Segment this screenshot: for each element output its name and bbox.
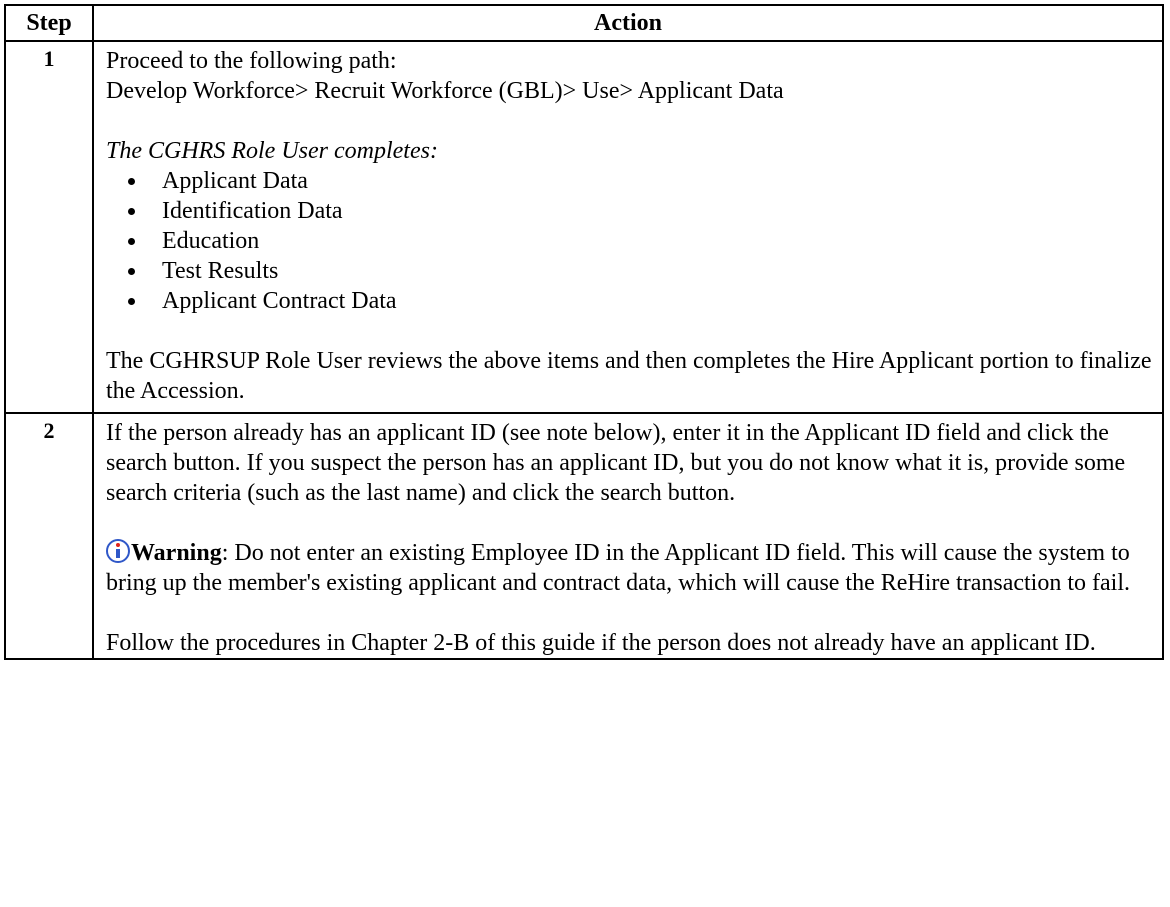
step-number: 1 [4, 40, 94, 414]
table-row: 2 If the person already has an applicant… [4, 412, 1164, 660]
bullet-icon [128, 238, 135, 245]
list-item: Applicant Contract Data [106, 286, 1152, 316]
warning-label: Warning [131, 540, 222, 566]
info-warning-icon [106, 539, 130, 563]
procedure-table: Step Action 1 Proceed to the following p… [4, 4, 1164, 660]
table-row: 1 Proceed to the following path: Develop… [4, 40, 1164, 414]
step-number: 2 [4, 412, 94, 660]
bullet-icon [128, 208, 135, 215]
bullet-icon [128, 178, 135, 185]
role-user-intro: The CGHRS Role User completes: [106, 138, 438, 164]
completion-list: Applicant Data Identification Data Educa… [106, 166, 1152, 316]
header-row: Step Action [4, 4, 1164, 42]
action-column-header: Action [92, 4, 1164, 42]
list-item: Applicant Data [106, 166, 1152, 196]
step-action-cell: Proceed to the following path: Develop W… [92, 40, 1164, 414]
step-column-header: Step [4, 4, 94, 42]
path-intro-text: Proceed to the following path: [106, 48, 397, 74]
list-item: Education [106, 226, 1152, 256]
bullet-icon [128, 298, 135, 305]
search-instructions: If the person already has an applicant I… [106, 420, 1126, 506]
navigation-path: Develop Workforce> Recruit Workforce (GB… [106, 78, 784, 104]
review-text: The CGHRSUP Role User reviews the above … [106, 348, 1152, 404]
step-action-cell: If the person already has an applicant I… [92, 412, 1164, 660]
warning-text: : Do not enter an existing Employee ID i… [106, 540, 1130, 596]
followup-text: Follow the procedures in Chapter 2-B of … [106, 630, 1096, 656]
warning-note: Warning: Do not enter an existing Employ… [106, 538, 1152, 598]
list-item: Test Results [106, 256, 1152, 286]
bullet-icon [128, 268, 135, 275]
list-item: Identification Data [106, 196, 1152, 226]
